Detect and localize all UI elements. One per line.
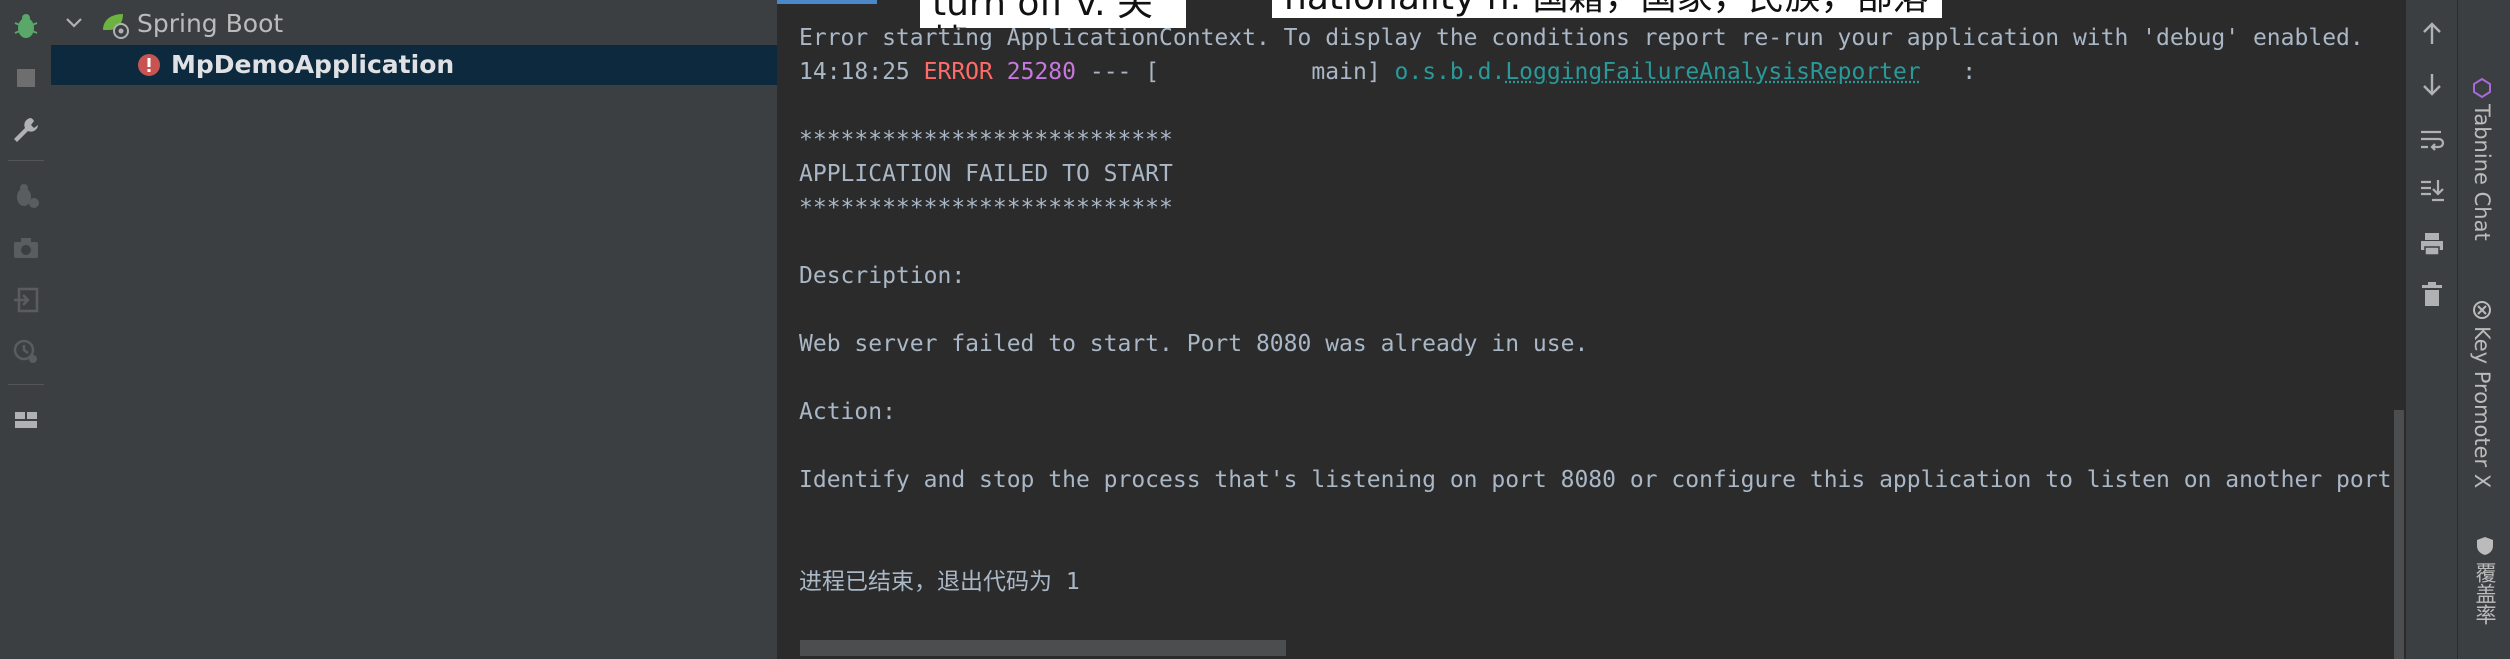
right-tool-window-bar: Tabnine Chat Key Promoter X 覆盖率 [2457, 0, 2510, 659]
debug-bug-icon[interactable] [8, 8, 44, 44]
tabnine-icon [2470, 78, 2494, 98]
console-line: Description: [799, 261, 965, 291]
tool-separator [8, 384, 44, 385]
log-logger-link[interactable]: LoggingFailureAnalysisReporter [1505, 59, 1920, 85]
tab-coverage[interactable]: 覆盖率 [2470, 536, 2500, 625]
tree-node-mpdemoapplication[interactable]: MpDemoApplication [51, 45, 777, 85]
console-output[interactable]: Error starting ApplicationContext. To di… [777, 0, 2405, 659]
console-line: Identify and stop the process that's lis… [799, 465, 2405, 495]
log-time: 14:18:25 [799, 59, 910, 85]
tool-separator [8, 160, 44, 161]
console-line-exit: 进程已结束，退出代码为 1 [799, 567, 1080, 597]
tab-key-promoter-x[interactable]: Key Promoter X [2470, 300, 2494, 488]
console-line: *************************** [799, 125, 1173, 155]
console-line: Web server failed to start. Port 8080 wa… [799, 329, 1588, 359]
error-status-icon [137, 53, 161, 81]
console-toolbar [2405, 0, 2458, 659]
log-logger-prefix: o.s.b.d. [1395, 59, 1506, 85]
console-line: APPLICATION FAILED TO START [799, 159, 1173, 189]
debug-disabled-icon[interactable] [8, 178, 44, 214]
camera-icon[interactable] [8, 230, 44, 266]
caption-overlay-left: turn off v. 关掉 [920, 0, 1186, 28]
tree-node-label: Spring Boot [137, 8, 283, 40]
console-line-error-log: 14:18:25 ERROR 25280 --- [ main] o.s.b.d… [799, 57, 1976, 87]
trash-icon[interactable] [2414, 276, 2450, 312]
log-thread: main] [1159, 59, 1381, 85]
log-pid: 25280 [1007, 59, 1076, 85]
chevron-down-icon[interactable] [63, 12, 85, 38]
tab-tabnine-chat[interactable]: Tabnine Chat [2470, 78, 2494, 241]
soft-wrap-icon[interactable] [2414, 122, 2450, 158]
print-icon[interactable] [2414, 226, 2450, 262]
scroll-to-end-icon[interactable] [2414, 172, 2450, 208]
caption-overlay-right: nationality n. 国籍，国家，民族，部落 [1272, 0, 1942, 18]
shield-icon [2473, 536, 2497, 556]
tab-indicator [777, 0, 877, 4]
wrench-icon[interactable] [8, 112, 44, 148]
spring-boot-icon [99, 10, 131, 44]
stop-icon[interactable] [8, 60, 44, 96]
log-level: ERROR [924, 59, 993, 85]
services-tool-strip [0, 0, 52, 659]
login-icon[interactable] [8, 282, 44, 318]
vertical-scrollbar[interactable] [2394, 410, 2404, 659]
layout-icon[interactable] [8, 402, 44, 438]
services-tree: Spring Boot MpDemoApplication [51, 0, 778, 659]
key-promoter-icon [2470, 300, 2494, 320]
console-line: *************************** [799, 193, 1173, 223]
arrow-down-icon[interactable] [2414, 66, 2450, 102]
tree-node-label: MpDemoApplication [171, 49, 454, 81]
horizontal-scrollbar[interactable] [800, 640, 1286, 656]
log-tail: : [1921, 59, 1976, 85]
profiler-icon[interactable] [8, 334, 44, 370]
tree-node-spring-boot[interactable]: Spring Boot [51, 4, 777, 44]
arrow-up-icon[interactable] [2414, 16, 2450, 52]
log-separator: --- [ [1090, 59, 1159, 85]
console-line: Action: [799, 397, 896, 427]
